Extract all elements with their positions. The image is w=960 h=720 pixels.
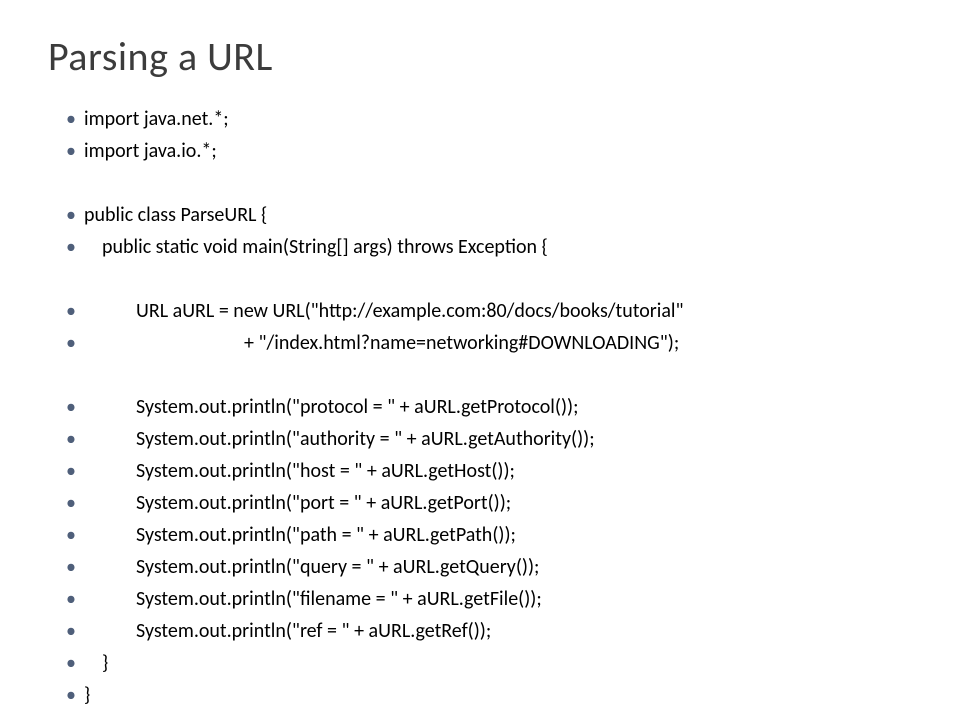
code-line: public class ParseURL { [66,199,912,231]
code-text: System.out.println("authority = " + aURL… [84,423,595,455]
code-text: public static void main(String[] args) t… [84,231,548,263]
code-text: System.out.println("path = " + aURL.getP… [84,519,516,551]
code-line [66,263,912,295]
code-text: System.out.println("filename = " + aURL.… [84,583,542,615]
code-bullet-list: import java.net.*;import java.io.*; publi… [48,103,912,711]
code-line: System.out.println("ref = " + aURL.getRe… [66,615,912,647]
code-line: + "/index.html?name=networking#DOWNLOADI… [66,327,912,359]
code-line: URL aURL = new URL("http://example.com:8… [66,295,912,327]
code-line: System.out.println("host = " + aURL.getH… [66,455,912,487]
code-line [66,359,912,391]
code-line: System.out.println("port = " + aURL.getP… [66,487,912,519]
code-line: } [66,647,912,679]
code-line: import java.io.*; [66,135,912,167]
slide-title: Parsing a URL [48,32,912,81]
code-text: System.out.println("ref = " + aURL.getRe… [84,615,491,647]
code-line: System.out.println("protocol = " + aURL.… [66,391,912,423]
code-text: System.out.println("protocol = " + aURL.… [84,391,578,423]
code-line: System.out.println("authority = " + aURL… [66,423,912,455]
code-line: System.out.println("path = " + aURL.getP… [66,519,912,551]
code-line: public static void main(String[] args) t… [66,231,912,263]
code-text: + "/index.html?name=networking#DOWNLOADI… [84,327,679,359]
code-text: System.out.println("host = " + aURL.getH… [84,455,515,487]
code-line [66,167,912,199]
code-text: } [84,647,108,679]
code-line: } [66,679,912,711]
code-text: System.out.println("port = " + aURL.getP… [84,487,511,519]
code-text: URL aURL = new URL("http://example.com:8… [84,295,684,327]
code-line: System.out.println("filename = " + aURL.… [66,583,912,615]
code-line: import java.net.*; [66,103,912,135]
code-line: System.out.println("query = " + aURL.get… [66,551,912,583]
code-text: System.out.println("query = " + aURL.get… [84,551,539,583]
